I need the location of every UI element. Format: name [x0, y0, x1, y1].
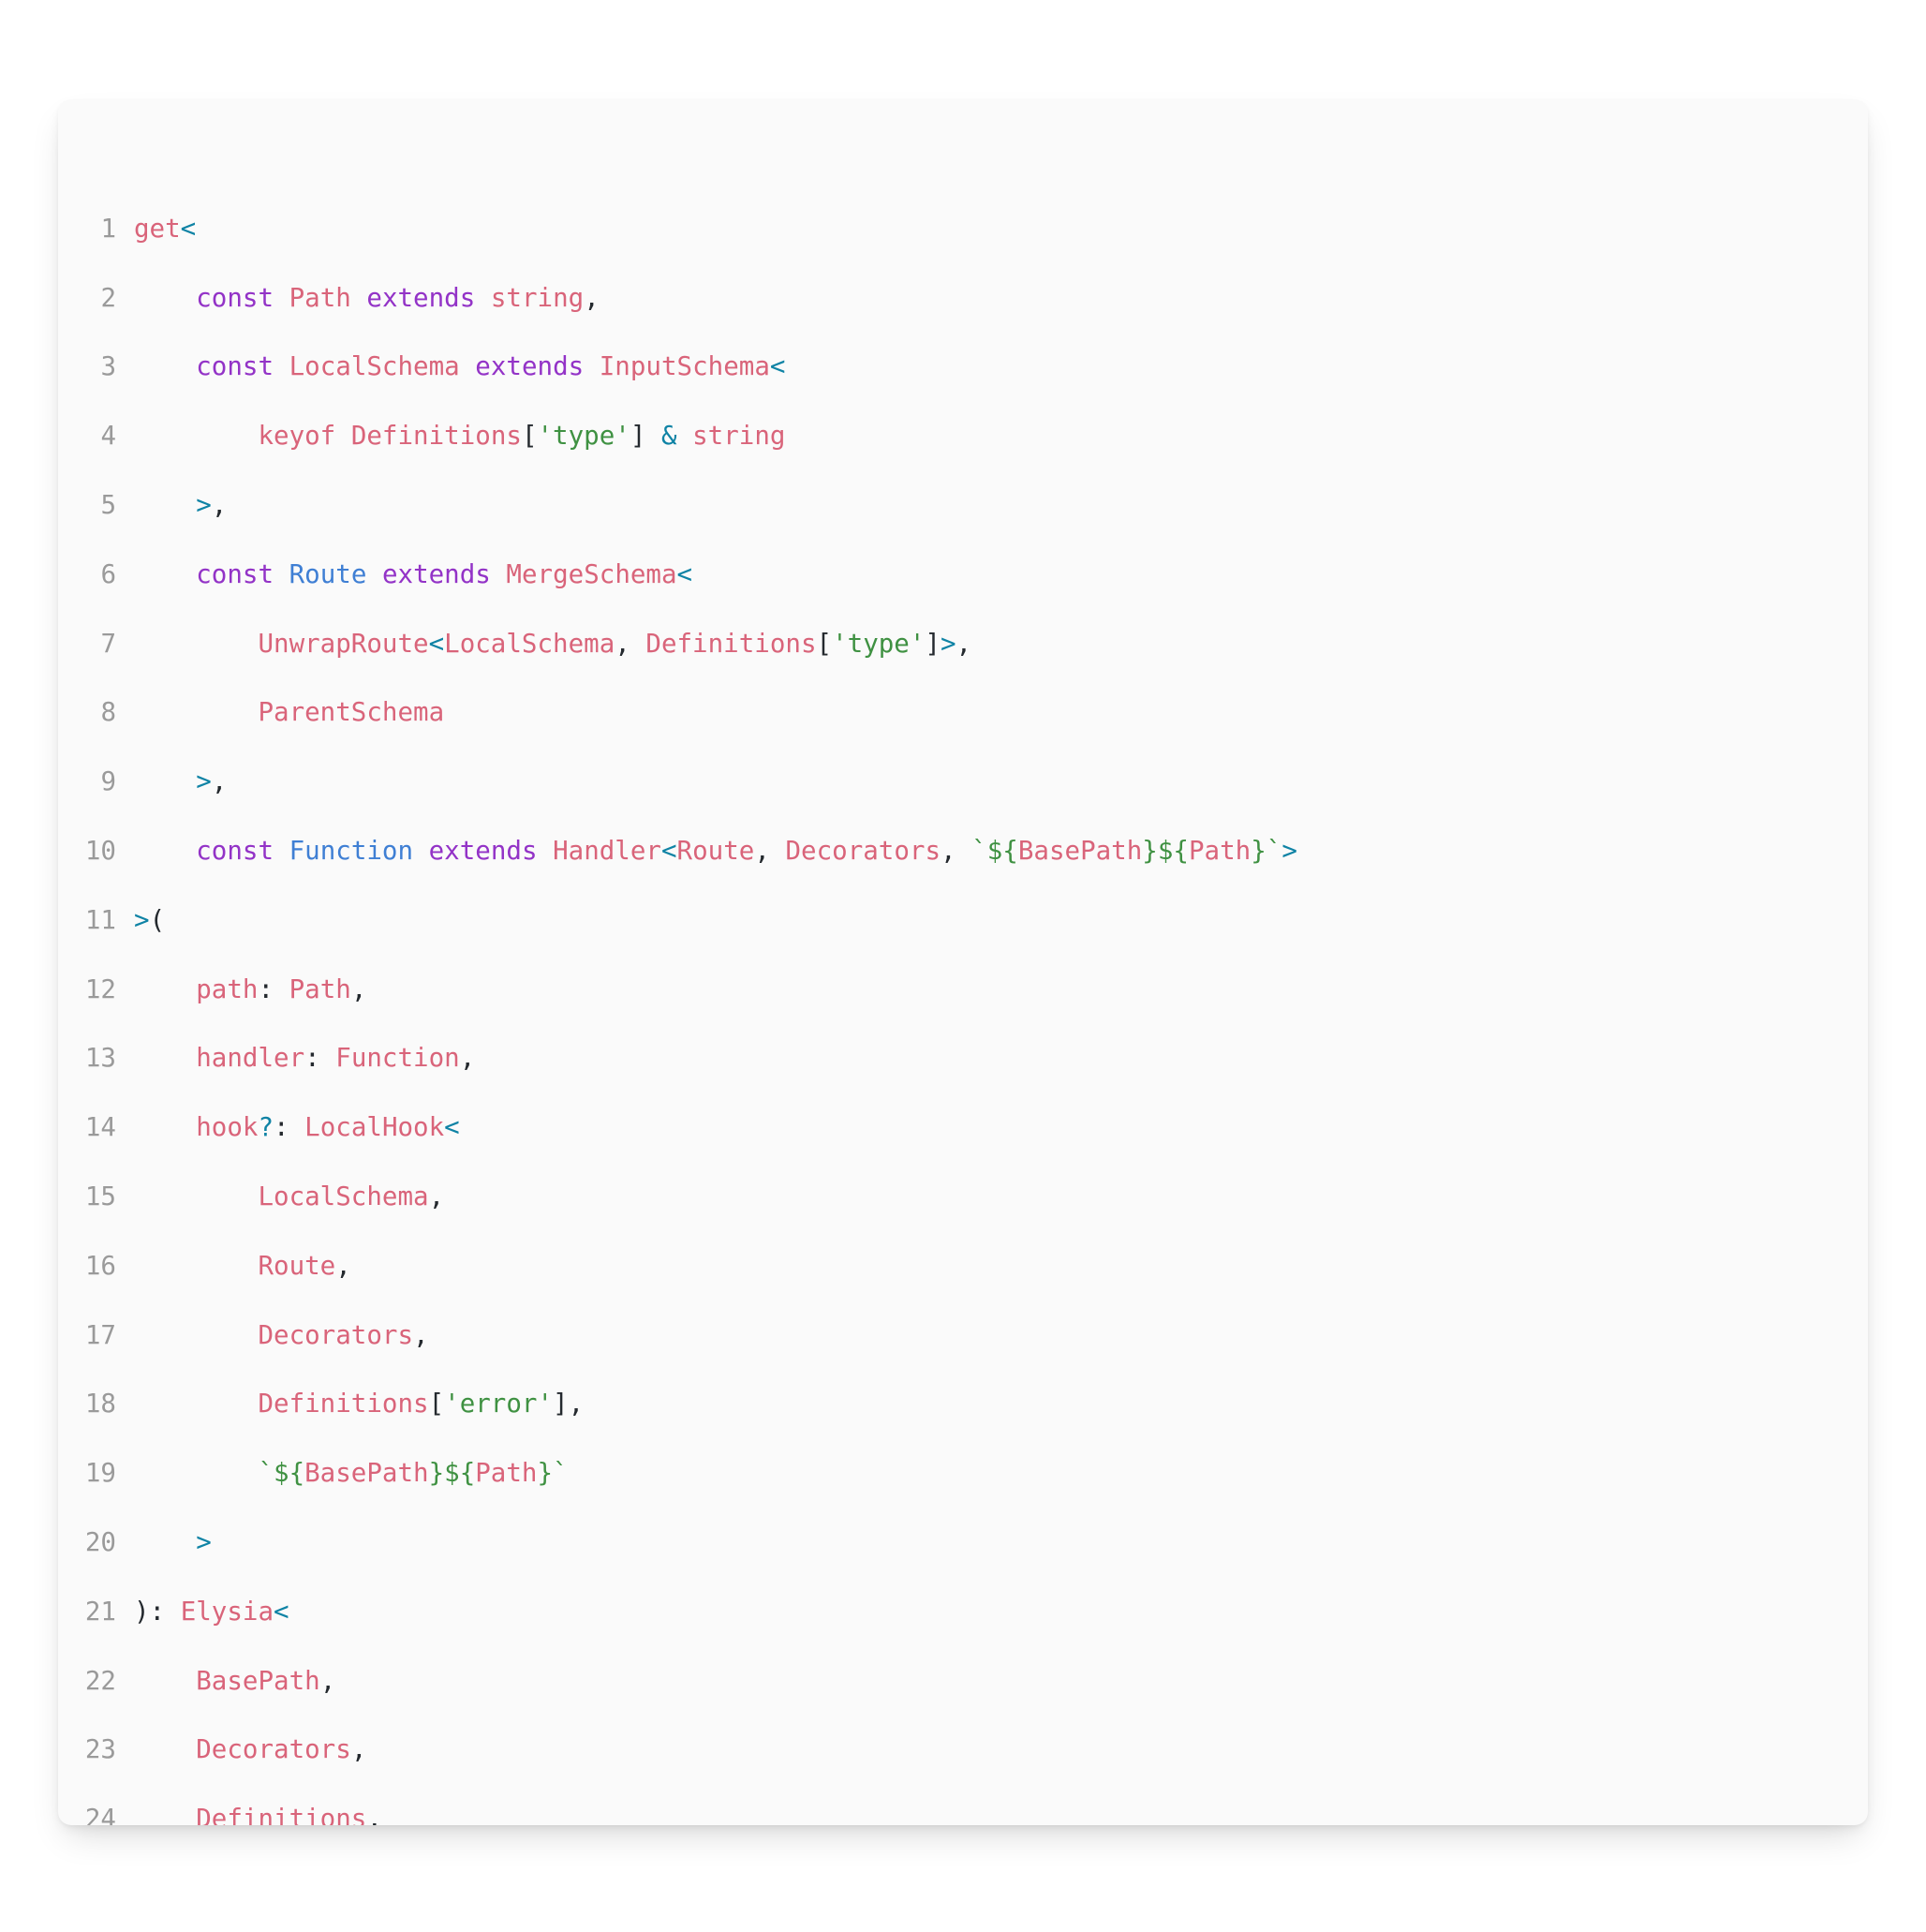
- code-line-source: `${BasePath}${Path}`: [258, 1458, 569, 1489]
- line-number: 17: [84, 1319, 116, 1350]
- code-line: 13 handler: Function,: [58, 1041, 1868, 1076]
- code-line-source: Decorators,: [196, 1734, 367, 1765]
- line-number: 19: [84, 1458, 116, 1489]
- line-number: 24: [84, 1804, 116, 1825]
- page-root: 1 get< 2 const Path extends string, 3 con…: [0, 0, 1926, 1932]
- line-number: 13: [84, 1043, 116, 1074]
- code-line-source: const Function extends Handler<Route, De…: [196, 835, 1297, 866]
- code-line: 22 BasePath,: [58, 1664, 1868, 1699]
- line-number: 20: [84, 1526, 116, 1557]
- code-line: 7 UnwrapRoute<LocalSchema, Definitions['…: [58, 627, 1868, 661]
- line-number: 23: [84, 1734, 116, 1765]
- code-line: 19 `${BasePath}${Path}`: [58, 1456, 1868, 1491]
- code-line-source: UnwrapRoute<LocalSchema, Definitions['ty…: [258, 628, 972, 659]
- code-line: 14 hook?: LocalHook<: [58, 1110, 1868, 1145]
- code-line: 10 const Function extends Handler<Route,…: [58, 834, 1868, 869]
- line-number: 5: [100, 490, 116, 520]
- code-line-source: >(: [134, 904, 166, 935]
- code-line: 20 >: [58, 1525, 1868, 1560]
- code-line: 16 Route,: [58, 1249, 1868, 1284]
- code-line-source: ParentSchema: [258, 697, 445, 728]
- code-line: 17 Decorators,: [58, 1318, 1868, 1353]
- code-line-source: >,: [196, 766, 228, 797]
- line-number: 8: [100, 697, 116, 728]
- code-line-source: handler: Function,: [196, 1043, 476, 1074]
- code-line-source: const LocalSchema extends InputSchema<: [196, 351, 786, 382]
- code-line: 11 >(: [58, 903, 1868, 938]
- code-line-source: hook?: LocalHook<: [196, 1112, 460, 1143]
- code-scroll-area[interactable]: 1 get< 2 const Path extends string, 3 con…: [58, 99, 1868, 1825]
- line-number: 14: [84, 1112, 116, 1143]
- code-line-source: Decorators,: [258, 1319, 429, 1350]
- code-line-source: >: [196, 1526, 212, 1557]
- code-line: 4 keyof Definitions['type'] & string: [58, 419, 1868, 453]
- line-number: 6: [100, 558, 116, 589]
- code-line-source: Route,: [258, 1250, 351, 1281]
- line-number: 2: [100, 282, 116, 313]
- line-number: 9: [100, 766, 116, 797]
- code-block: 1 get< 2 const Path extends string, 3 con…: [58, 142, 1868, 1825]
- code-line: 18 Definitions['error'],: [58, 1387, 1868, 1421]
- code-line: 2 const Path extends string,: [58, 281, 1868, 316]
- code-line: 8 ParentSchema: [58, 695, 1868, 730]
- code-line: 3 const LocalSchema extends InputSchema<: [58, 349, 1868, 384]
- line-number: 16: [84, 1250, 116, 1281]
- code-line-source: ): Elysia<: [134, 1596, 289, 1627]
- line-number: 12: [84, 973, 116, 1004]
- code-snippet-card: 1 get< 2 const Path extends string, 3 con…: [58, 99, 1868, 1825]
- code-line: 9 >,: [58, 765, 1868, 799]
- line-number: 3: [100, 351, 116, 382]
- line-number: 4: [100, 421, 116, 452]
- code-line: 21 ): Elysia<: [58, 1595, 1868, 1629]
- code-line: 12 path: Path,: [58, 973, 1868, 1007]
- code-line-source: >,: [196, 490, 228, 520]
- line-number: 15: [84, 1181, 116, 1211]
- code-line-source: get<: [134, 213, 197, 244]
- code-line-source: keyof Definitions['type'] & string: [258, 421, 786, 452]
- line-number: 7: [100, 628, 116, 659]
- code-line: 1 get<: [58, 212, 1868, 246]
- code-line-source: const Route extends MergeSchema<: [196, 558, 693, 589]
- code-line: 15 LocalSchema,: [58, 1180, 1868, 1214]
- code-line: 6 const Route extends MergeSchema<: [58, 557, 1868, 592]
- code-line-source: LocalSchema,: [258, 1181, 445, 1211]
- code-line-source: path: Path,: [196, 973, 367, 1004]
- code-line-source: Definitions,: [196, 1804, 382, 1825]
- line-number: 22: [84, 1665, 116, 1696]
- line-number: 21: [84, 1596, 116, 1627]
- line-number: 1: [100, 213, 116, 244]
- line-number: 18: [84, 1389, 116, 1419]
- code-line: 24 Definitions,: [58, 1802, 1868, 1825]
- line-number: 11: [84, 904, 116, 935]
- code-line-source: Definitions['error'],: [258, 1389, 585, 1419]
- code-line: 5 >,: [58, 488, 1868, 523]
- line-number: 10: [84, 835, 116, 866]
- code-line-source: BasePath,: [196, 1665, 336, 1696]
- code-line: 23 Decorators,: [58, 1732, 1868, 1767]
- code-line-source: const Path extends string,: [196, 282, 600, 313]
